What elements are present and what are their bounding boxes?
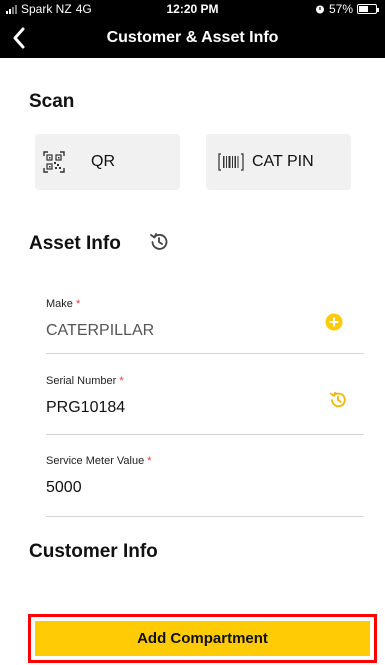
battery-icon [357, 4, 379, 14]
service-meter-value: 5000 [46, 479, 82, 496]
barcode-icon [218, 153, 244, 171]
asset-info-section-title: Asset Info [29, 233, 121, 254]
page-title: Customer & Asset Info [106, 29, 279, 46]
add-compartment-highlight: Add Compartment [28, 614, 377, 663]
alarm-icon [315, 5, 324, 14]
add-compartment-button[interactable]: Add Compartment [35, 621, 370, 656]
qr-code-icon [43, 151, 65, 173]
battery-percent: 57% [328, 2, 353, 16]
make-value: CATERPILLAR [46, 322, 155, 339]
service-meter-value-field[interactable]: Service Meter Value * 5000 [46, 455, 364, 517]
service-meter-field-label: Service Meter Value * [46, 455, 364, 467]
required-marker: * [75, 298, 81, 310]
service-meter-label-text: Service Meter Value [46, 455, 145, 467]
scan-section-title: Scan [29, 91, 75, 112]
add-circle-icon[interactable] [325, 313, 343, 331]
battery-tip [377, 8, 379, 12]
make-field[interactable]: Make * CATERPILLAR [46, 298, 364, 354]
make-field-label: Make * [46, 298, 364, 310]
nav-bar: Customer & Asset Info [0, 18, 385, 58]
make-label-text: Make [46, 298, 73, 310]
battery-fill [359, 6, 369, 12]
status-right: 57% [315, 2, 379, 16]
serial-history-icon[interactable] [328, 390, 348, 410]
history-icon[interactable] [148, 231, 170, 253]
required-marker: * [147, 455, 152, 467]
cat-pin-label: CAT PIN [252, 153, 314, 170]
cat-pin-scan-button[interactable]: CAT PIN [206, 134, 351, 190]
serial-number-field[interactable]: Serial Number * PRG10184 [46, 375, 364, 435]
customer-info-section-title: Customer Info [29, 541, 158, 562]
qr-label: QR [91, 153, 115, 170]
status-bar: Spark NZ 4G 12:20 PM 57% [0, 0, 385, 18]
qr-scan-button[interactable]: QR [35, 134, 180, 190]
serial-number-label-text: Serial Number [46, 375, 117, 387]
serial-number-field-label: Serial Number * [46, 375, 364, 387]
required-marker: * [119, 375, 124, 387]
serial-number-value: PRG10184 [46, 399, 126, 416]
